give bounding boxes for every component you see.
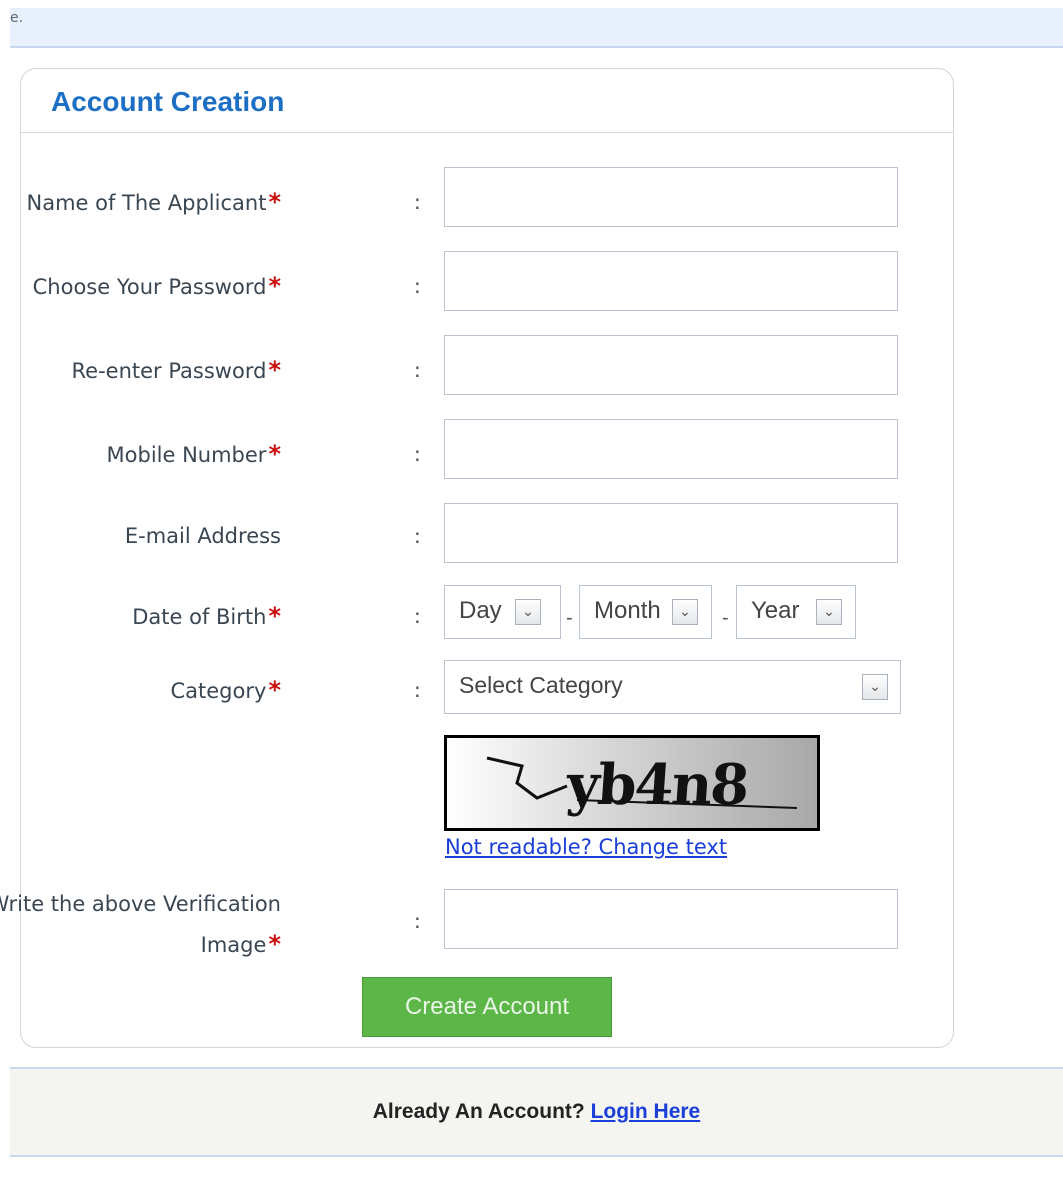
colon: : bbox=[414, 274, 421, 298]
chevron-down-icon: ⌄ bbox=[862, 674, 888, 700]
dob-month-select[interactable]: Month ⌄ bbox=[579, 585, 712, 639]
top-banner: e. bbox=[10, 8, 1063, 48]
required-mark: * bbox=[268, 440, 281, 468]
panel-title: Account Creation bbox=[51, 86, 285, 117]
colon: : bbox=[414, 604, 421, 628]
required-mark: * bbox=[268, 188, 281, 216]
footer-text: Already An Account? Login Here bbox=[10, 1100, 1063, 1124]
dob-month-value: Month bbox=[594, 597, 661, 624]
mobile-label: Mobile Number* bbox=[106, 440, 281, 468]
dob-label: Date of Birth* bbox=[132, 602, 281, 630]
colon: : bbox=[414, 678, 421, 702]
category-value: Select Category bbox=[459, 672, 623, 698]
verification-label: Write the above Verification Image* bbox=[0, 892, 281, 958]
login-link[interactable]: Login Here bbox=[591, 1100, 701, 1123]
verification-input[interactable] bbox=[444, 889, 898, 949]
required-mark: * bbox=[268, 272, 281, 300]
dob-year-select[interactable]: Year ⌄ bbox=[736, 585, 856, 639]
mobile-input[interactable] bbox=[444, 419, 898, 479]
colon: : bbox=[414, 358, 421, 382]
change-captcha-link[interactable]: Not readable? Change text bbox=[445, 835, 727, 859]
password-label: Choose Your Password* bbox=[32, 272, 281, 300]
reenter-password-label: Re-enter Password* bbox=[71, 356, 282, 384]
account-creation-panel: Account Creation Name of The Applicant* … bbox=[0, 68, 954, 1048]
captcha-text: yb4n8 bbox=[564, 752, 750, 818]
colon: : bbox=[414, 442, 421, 466]
chevron-down-icon: ⌄ bbox=[816, 599, 842, 625]
footer-bar: Already An Account? Login Here bbox=[10, 1067, 1063, 1157]
panel-header: Account Creation bbox=[21, 69, 953, 133]
chevron-down-icon: ⌄ bbox=[515, 599, 541, 625]
category-select[interactable]: Select Category ⌄ bbox=[444, 660, 901, 714]
date-separator: - bbox=[722, 607, 729, 629]
dob-year-value: Year bbox=[751, 597, 800, 624]
required-mark: * bbox=[268, 676, 281, 704]
name-input[interactable] bbox=[444, 167, 898, 227]
top-banner-text: e. bbox=[10, 10, 24, 26]
date-separator: - bbox=[566, 607, 573, 629]
create-account-button[interactable]: Create Account bbox=[362, 977, 612, 1037]
dob-day-value: Day bbox=[459, 597, 502, 624]
email-label: E-mail Address bbox=[124, 524, 281, 548]
colon: : bbox=[414, 524, 421, 548]
captcha-image: yb4n8 bbox=[444, 735, 820, 831]
required-mark: * bbox=[268, 602, 281, 630]
colon: : bbox=[414, 909, 421, 933]
name-label: Name of The Applicant* bbox=[26, 188, 282, 216]
colon: : bbox=[414, 190, 421, 214]
chevron-down-icon: ⌄ bbox=[672, 599, 698, 625]
category-label: Category* bbox=[170, 676, 282, 704]
required-mark: * bbox=[268, 930, 281, 958]
reenter-password-input[interactable] bbox=[444, 335, 898, 395]
required-mark: * bbox=[268, 356, 281, 384]
already-account-text: Already An Account? bbox=[372, 1100, 585, 1123]
email-input[interactable] bbox=[444, 503, 898, 563]
dob-day-select[interactable]: Day ⌄ bbox=[444, 585, 561, 639]
password-input[interactable] bbox=[444, 251, 898, 311]
